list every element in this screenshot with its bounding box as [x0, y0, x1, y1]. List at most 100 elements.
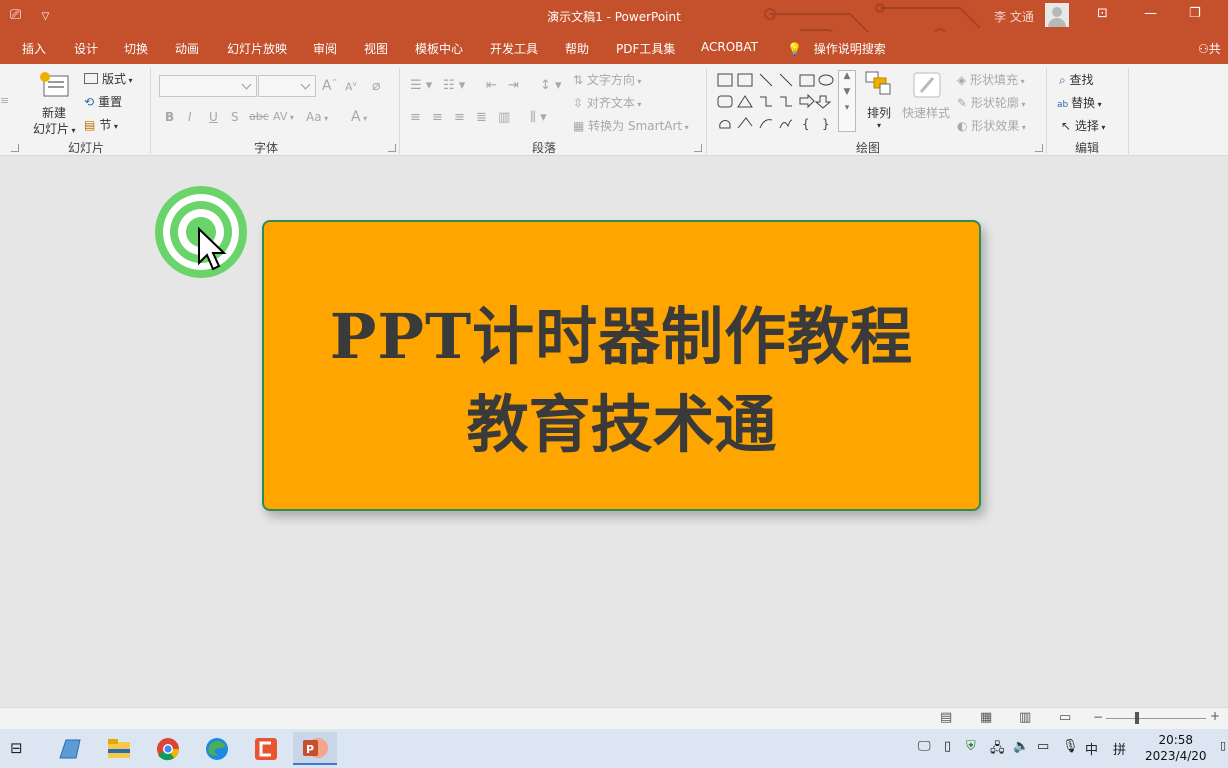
numbering-icon[interactable]: ☷ ▾	[443, 78, 465, 93]
select-button[interactable]: ↖ 选择 ▾	[1061, 117, 1105, 134]
arrange-label[interactable]: 排列 ▾	[867, 104, 891, 130]
tab-acrobat[interactable]: ACROBAT	[701, 40, 758, 54]
taskbar-app-edge[interactable]	[195, 732, 239, 765]
drawing-launcher-icon[interactable]	[1035, 144, 1043, 152]
tab-review[interactable]: 审阅	[313, 40, 337, 57]
monitor-icon[interactable]: 🖵	[918, 739, 931, 754]
zoom-in-button[interactable]: +	[1210, 709, 1220, 723]
normal-view-icon[interactable]: ▤	[940, 710, 952, 725]
line-spacing-icon[interactable]: ↕ ▾	[540, 78, 562, 93]
minimize-icon[interactable]: —	[1144, 6, 1157, 21]
tab-design[interactable]: 设计	[74, 40, 98, 57]
slide-sorter-icon[interactable]: ▦	[980, 710, 992, 725]
text-direction-button[interactable]: ⇅ 文字方向 ▾	[573, 71, 641, 88]
reset-button[interactable]: ⟲ 重置	[84, 93, 122, 110]
restore-icon[interactable]: ❐	[1189, 6, 1201, 21]
network-icon[interactable]: 🖧	[990, 739, 1005, 761]
ime-mode[interactable]: 拼	[1113, 739, 1126, 758]
align-right-icon[interactable]: ≡	[454, 110, 465, 125]
arrange-button[interactable]	[864, 70, 894, 101]
decrease-indent-icon[interactable]: ⇤	[486, 78, 497, 93]
gallery-more-icon[interactable]: ▾	[839, 103, 855, 113]
tab-insert[interactable]: 插入	[22, 40, 46, 57]
quick-styles-button[interactable]	[911, 70, 943, 103]
tab-animations[interactable]: 动画	[175, 40, 199, 57]
volume-icon[interactable]: 🔈	[1013, 739, 1029, 754]
bullets-icon[interactable]: ☰ ▾	[410, 78, 432, 93]
security-shield-icon[interactable]: ⛨	[966, 739, 976, 754]
tab-transitions[interactable]: 切换	[124, 40, 148, 57]
clipboard-launcher-icon[interactable]	[11, 144, 19, 152]
tell-me-search[interactable]: 💡 操作说明搜索	[787, 40, 886, 57]
paragraph-launcher-icon[interactable]	[694, 144, 702, 152]
font-name-combo[interactable]	[159, 75, 257, 97]
new-slide-label-1[interactable]: 新建	[42, 104, 66, 121]
battery-icon[interactable]: ▭	[1037, 739, 1049, 754]
shapes-gallery-scroll[interactable]: ▲ ▼ ▾	[838, 70, 856, 132]
ime-language[interactable]: 中	[1085, 739, 1098, 758]
tab-slideshow[interactable]: 幻灯片放映	[227, 40, 287, 57]
change-case-button[interactable]: Aa ▾	[306, 110, 328, 124]
user-avatar[interactable]	[1045, 3, 1069, 27]
char-spacing-button[interactable]: AV ▾	[273, 110, 294, 123]
find-button[interactable]: ⌕ 查找	[1059, 71, 1094, 88]
align-text-button[interactable]: ⇳ 对齐文本 ▾	[573, 94, 641, 111]
usb-icon[interactable]: ▯	[944, 739, 951, 754]
new-slide-label-2[interactable]: 幻灯片 ▾	[33, 120, 76, 137]
taskbar-app-chrome[interactable]	[146, 732, 190, 765]
task-view-icon[interactable]: ⊟	[10, 739, 23, 757]
grow-font-button[interactable]: A^	[322, 78, 337, 94]
notification-icon[interactable]: ▯	[1220, 739, 1226, 752]
microphone-icon[interactable]: 🎙	[1062, 739, 1079, 754]
shapes-gallery[interactable]: {}	[714, 70, 858, 134]
shape-fill-button[interactable]: ◈ 形状填充 ▾	[957, 71, 1025, 88]
font-launcher-icon[interactable]	[388, 144, 396, 152]
font-color-button[interactable]: A ▾	[351, 109, 367, 125]
strikethrough-button[interactable]: abc	[249, 110, 269, 123]
zoom-slider[interactable]	[1106, 718, 1206, 719]
taskbar-app-powerpoint[interactable]: P	[293, 732, 337, 765]
reading-view-icon[interactable]: ▥	[1019, 710, 1031, 725]
align-center-icon[interactable]: ≡	[432, 110, 443, 125]
clear-format-icon[interactable]: ⌀	[372, 78, 380, 94]
justify-icon[interactable]: ≣	[476, 110, 487, 125]
title-textbox[interactable]: PPT计时器制作教程 教育技术通	[262, 220, 981, 511]
new-slide-button[interactable]	[38, 70, 70, 100]
taskbar-app-camtasia[interactable]	[244, 732, 288, 765]
distribute-icon[interactable]: ▥	[498, 110, 510, 125]
smartart-button[interactable]: ▦ 转换为 SmartArt ▾	[573, 117, 689, 134]
tab-pdf-tools[interactable]: PDF工具集	[616, 40, 675, 57]
bold-button[interactable]: B	[165, 110, 174, 124]
scroll-down-icon[interactable]: ▼	[839, 87, 855, 97]
columns-icon[interactable]: ⫼ ▾	[530, 110, 547, 125]
tab-view[interactable]: 视图	[364, 40, 388, 57]
italic-button[interactable]: I	[188, 110, 192, 124]
replace-button[interactable]: ab 替换 ▾	[1057, 94, 1102, 111]
shape-effects-button[interactable]: ◐ 形状效果 ▾	[957, 117, 1026, 134]
underline-button[interactable]: U	[209, 110, 218, 124]
tab-template-center[interactable]: 模板中心	[415, 40, 463, 57]
tab-developer[interactable]: 开发工具	[490, 40, 538, 57]
taskbar-app-files[interactable]	[48, 732, 92, 765]
increase-indent-icon[interactable]: ⇥	[508, 78, 519, 93]
align-left-icon[interactable]: ≡	[410, 110, 421, 125]
shape-outline-button[interactable]: ✎ 形状轮廓 ▾	[957, 94, 1025, 111]
scroll-up-icon[interactable]: ▲	[839, 71, 855, 81]
zoom-slider-thumb[interactable]	[1135, 712, 1139, 724]
font-size-combo[interactable]	[258, 75, 316, 97]
slideshow-icon[interactable]: ▭	[1059, 710, 1071, 725]
paste-fragment[interactable]: ≡	[0, 94, 9, 107]
user-name[interactable]: 李 文通	[994, 8, 1034, 25]
taskbar-app-explorer[interactable]	[97, 732, 141, 765]
layout-button[interactable]: 版式 ▾	[84, 70, 133, 87]
tab-help[interactable]: 帮助	[565, 40, 589, 57]
section-button[interactable]: ▤ 节 ▾	[84, 116, 118, 133]
slide-canvas[interactable]: PPT计时器制作教程 教育技术通	[0, 157, 1228, 707]
share-button[interactable]: ⚇共	[1198, 40, 1221, 57]
shrink-font-button[interactable]: Av	[345, 80, 357, 94]
quick-styles-label[interactable]: 快速样式	[902, 104, 950, 121]
slide-title-line2[interactable]: 教育技术通	[264, 374, 979, 464]
clock[interactable]: 20:58 2023/4/20	[1145, 732, 1207, 764]
shadow-button[interactable]: S	[231, 110, 239, 124]
ribbon-display-icon[interactable]: ⊡	[1097, 6, 1108, 21]
